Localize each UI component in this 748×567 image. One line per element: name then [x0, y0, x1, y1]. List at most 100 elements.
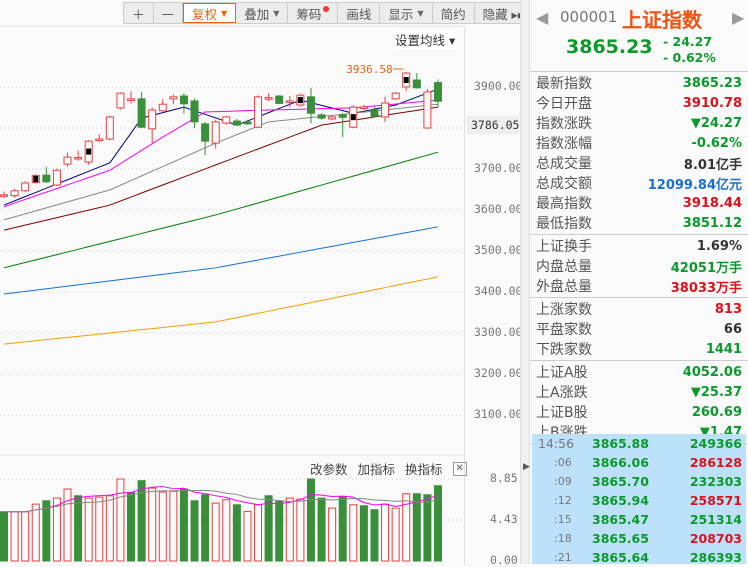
stat-label: 今日开盘 — [536, 96, 592, 112]
toolbar-button-label: ＋ — [132, 6, 145, 22]
stat-label: 上证B股 — [536, 405, 588, 421]
kline-chart[interactable]: 3936.58 — [0, 0, 464, 564]
candle-down — [433, 82, 442, 102]
volume-bar — [423, 494, 432, 562]
stat-value: 42051万手 — [670, 260, 742, 276]
candle-down — [201, 123, 210, 142]
stat-row: 指数涨幅 -0.62% — [530, 133, 748, 153]
stat-row: 最高指数 3918.44 — [530, 193, 748, 213]
candle-up — [63, 156, 72, 165]
ma-line-ma120 — [3, 226, 439, 295]
stat-label: 下跌家数 — [536, 342, 592, 358]
tick-time: :06 — [554, 456, 572, 469]
toolbar-button-label: 复权 — [192, 6, 218, 22]
candle-up — [381, 102, 390, 118]
toolbar-button-1[interactable]: — — [154, 3, 184, 23]
candle-up — [264, 97, 273, 100]
volume-bar — [31, 503, 40, 562]
next-arrow-icon[interactable]: ▶ — [732, 8, 744, 27]
stat-row: 总成交量 8.01亿手 — [530, 153, 748, 173]
volume-bar — [74, 495, 83, 562]
volume-tick-label: 8.85 — [490, 471, 518, 485]
chevron-down-icon: ▼ — [221, 8, 228, 18]
stat-row: 最新指数 3865.23 — [530, 73, 748, 93]
stat-label: 最低指数 — [536, 216, 592, 232]
toolbar-button-5[interactable]: 画线 — [338, 3, 381, 23]
candle-down — [179, 95, 188, 105]
marker — [350, 114, 356, 121]
toolbar-button-7[interactable]: 简约 — [433, 3, 475, 23]
volume-bar — [370, 509, 379, 562]
volume-bar — [306, 478, 315, 562]
volume-bar — [169, 490, 178, 562]
volume-bar — [433, 485, 442, 562]
tick-price: 3865.65 — [592, 531, 649, 546]
volume-bar — [285, 497, 294, 562]
tick-row[interactable]: :12 3865.94 258571 — [532, 491, 746, 510]
toolbar-button-label: 显示 — [388, 6, 414, 22]
edit-params-button[interactable]: 改参数 — [310, 459, 348, 478]
stat-row: 下跌家数 1441 — [530, 339, 748, 359]
volume-bar — [317, 497, 326, 562]
notification-dot-icon — [323, 6, 330, 12]
tick-volume: 208703 — [689, 531, 742, 546]
tick-row[interactable]: :18 3865.65 208703 — [532, 529, 746, 548]
candle-down — [232, 120, 241, 126]
quote-panel: ◀ 000001 上证指数 ▶ 3865.23 - 24.27- 0.62% 最… — [530, 0, 748, 567]
candle-down — [338, 114, 347, 118]
panel-splitter[interactable]: ▶ — [520, 0, 530, 564]
add-indicator-button[interactable]: 加指标 — [358, 459, 396, 478]
tick-row[interactable]: 14:56 3865.88 249366 — [532, 434, 746, 453]
tick-row[interactable]: :21 3865.64 286393 — [532, 548, 746, 567]
toolbar-button-0[interactable]: ＋ — [124, 3, 154, 23]
close-icon[interactable]: ✕ — [452, 461, 467, 476]
volume-bar — [349, 504, 358, 562]
tick-volume: 258571 — [689, 493, 742, 508]
tick-row[interactable]: :09 3865.70 232303 — [532, 472, 746, 491]
volume-bar — [42, 500, 51, 562]
switch-indicator-button[interactable]: 换指标 — [405, 459, 443, 478]
prev-arrow-icon[interactable]: ◀ — [536, 8, 548, 27]
candle-up — [254, 96, 263, 128]
volume-bar — [328, 507, 337, 562]
chart-toolbar: ＋—复权▼叠加▼筹码画线显示▼简约隐藏 ▸▸⛶ — [123, 2, 560, 24]
tick-row[interactable]: :06 3866.06 286128 — [532, 453, 746, 472]
tick-time: :15 — [554, 513, 572, 526]
candle-down — [42, 174, 51, 183]
toolbar-button-4[interactable]: 筹码 — [288, 3, 339, 23]
max-price-label: 3936.58 — [346, 63, 392, 76]
stat-value: ▼25.37 — [690, 384, 742, 400]
candle-down — [306, 96, 315, 114]
price-tick-label: 3500.00 — [474, 243, 523, 257]
toolbar-button-6[interactable]: 显示 ▼ — [380, 3, 433, 23]
stat-row: 上涨家数 813 — [530, 299, 748, 319]
volume-bar — [148, 487, 157, 562]
stat-row: 上证B股 260.69 — [530, 402, 748, 422]
stat-label: 平盘家数 — [536, 322, 592, 338]
collapse-arrow-icon[interactable]: ▶ — [523, 462, 530, 472]
tick-price: 3865.70 — [592, 474, 649, 489]
stat-value: 3851.12 — [682, 215, 742, 231]
change-percent: - 0.62% — [663, 50, 716, 65]
toolbar-button-2[interactable]: 复权 ▼ — [183, 3, 237, 23]
toolbar-button-3[interactable]: 叠加 ▼ — [236, 3, 289, 23]
tick-row[interactable]: :15 3865.47 251314 — [532, 510, 746, 529]
volume-bar — [232, 504, 241, 562]
price-tick-label: 3700.00 — [474, 161, 523, 175]
stat-label: 上A涨跌 — [536, 385, 588, 401]
tick-list[interactable]: 14:56 3865.88 249366:06 3866.06 286128:09 386… — [532, 434, 746, 567]
last-price: 3865.23 — [566, 36, 653, 58]
tick-time: :12 — [554, 494, 572, 507]
stat-row: 上A涨跌 ▼25.37 — [530, 382, 748, 402]
stat-label: 上证A股 — [536, 365, 588, 381]
ma-setting-dropdown[interactable]: 设置均线 ▾ — [395, 30, 456, 49]
volume-panel-header: 改参数 加指标 换指标 ✕ — [310, 459, 467, 478]
volume-bar — [0, 511, 8, 562]
stat-value: 38033万手 — [670, 280, 742, 296]
marker — [33, 176, 39, 183]
volume-bar — [105, 495, 114, 562]
stat-row: 指数涨跌 ▼24.27 — [530, 113, 748, 133]
volume-bar — [296, 498, 305, 562]
volume-bar — [254, 504, 263, 562]
tick-time: :18 — [554, 532, 572, 545]
